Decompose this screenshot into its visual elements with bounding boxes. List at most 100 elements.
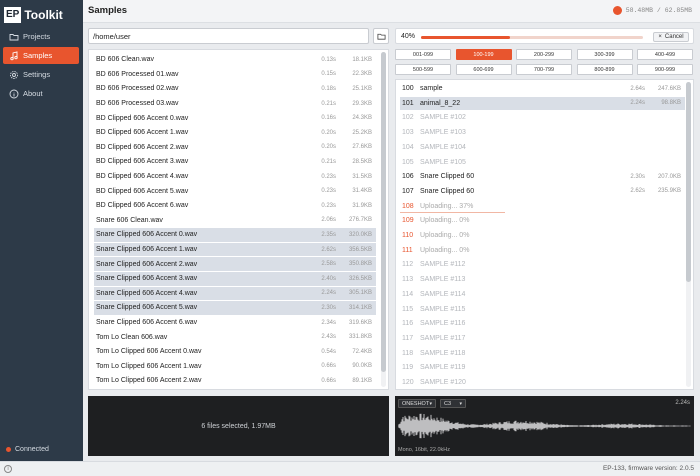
- file-row[interactable]: BD 606 Clean.wav 0.13s 18.1KB: [94, 53, 376, 67]
- file-row[interactable]: Tom Lo Clipped 606 Accent 2.wav 0.66s 89.1…: [94, 374, 376, 388]
- file-duration: 0.16s: [321, 115, 336, 122]
- slot-name: SAMPLE #104: [420, 143, 466, 151]
- range-button-700-799[interactable]: 700-799: [516, 64, 572, 75]
- file-duration: 2.40s: [321, 275, 336, 282]
- file-row[interactable]: Tom Lo Clipped 606 Accent 1.wav 0.66s 90.0…: [94, 360, 376, 374]
- slot-name: Uploading... 37%: [420, 202, 474, 210]
- path-input[interactable]: /home/user: [88, 28, 369, 44]
- file-row[interactable]: Tom Lo Clean 606.wav 2.43s 331.8KB: [94, 330, 376, 344]
- range-button-500-599[interactable]: 500-599: [395, 64, 451, 75]
- file-row[interactable]: Snare Clipped 606 Accent 6.wav 2.34s 319.6…: [94, 316, 376, 330]
- slot-row[interactable]: 103 SAMPLE #103: [400, 126, 685, 139]
- file-row[interactable]: Snare Clipped 606 Accent 3.wav 2.40s 326.5…: [94, 272, 376, 286]
- slot-duration: 2.62s: [630, 188, 645, 195]
- file-row[interactable]: BD Clipped 606 Accent 4.wav 0.23s 31.5KB: [94, 170, 376, 184]
- slot-row[interactable]: 105 SAMPLE #105: [400, 156, 685, 169]
- slot-row[interactable]: 113 SAMPLE #113: [400, 273, 685, 286]
- cancel-button[interactable]: × Cancel: [653, 32, 689, 42]
- file-row[interactable]: BD Clipped 606 Accent 5.wav 0.23s 31.4KB: [94, 184, 376, 198]
- upload-progress: 40% × Cancel: [395, 28, 694, 44]
- range-button-200-299[interactable]: 200-299: [516, 49, 572, 60]
- slot-row[interactable]: 100 sample 2.64s 247.6KB: [400, 82, 685, 95]
- scrollbar-thumb[interactable]: [686, 82, 691, 282]
- slot-row[interactable]: 118 SAMPLE #118: [400, 347, 685, 360]
- scrollbar-thumb[interactable]: [381, 52, 386, 372]
- file-row[interactable]: BD Clipped 606 Accent 1.wav 0.20s 25.2KB: [94, 126, 376, 140]
- file-row[interactable]: BD 606 Processed 01.wav 0.15s 22.3KB: [94, 68, 376, 82]
- range-button-300-399[interactable]: 300-399: [576, 49, 633, 60]
- range-button-100-199[interactable]: 100-199: [455, 49, 512, 60]
- range-button-800-899[interactable]: 800-899: [576, 64, 633, 75]
- file-row[interactable]: Snare Clipped 606 Accent 5.wav 2.30s 314.1…: [94, 301, 376, 315]
- file-size: 72.4KB: [352, 348, 372, 355]
- range-button-400-499[interactable]: 400-499: [637, 49, 693, 60]
- file-name: BD Clipped 606 Accent 4.wav: [96, 173, 189, 181]
- file-size: 305.1KB: [348, 290, 372, 297]
- range-button-900-999[interactable]: 900-999: [637, 64, 693, 75]
- file-row[interactable]: BD 606 Processed 02.wav 0.18s 25.1KB: [94, 82, 376, 96]
- file-duration: 2.24s: [321, 290, 336, 297]
- file-duration: 0.23s: [321, 188, 336, 195]
- slot-row[interactable]: 106 Snare Clipped 60 2.30s 207.0KB: [400, 170, 685, 183]
- file-duration: 2.58s: [321, 261, 336, 268]
- file-row[interactable]: Snare Clipped 606 Accent 2.wav 2.58s 350.8…: [94, 257, 376, 271]
- slot-row[interactable]: 117 SAMPLE #117: [400, 332, 685, 345]
- sidebar-item-settings[interactable]: Settings: [3, 66, 79, 83]
- slot-list-scrollbar[interactable]: [686, 82, 691, 387]
- file-name: BD Clipped 606 Accent 5.wav: [96, 187, 189, 195]
- slot-row[interactable]: 108 Uploading... 37%: [400, 200, 685, 213]
- sidebar-item-samples[interactable]: Samples: [3, 47, 79, 64]
- slot-row[interactable]: 116 SAMPLE #116: [400, 317, 685, 330]
- slot-number: 101: [402, 99, 414, 107]
- file-size: 314.1KB: [348, 304, 372, 311]
- slot-number: 120: [402, 379, 414, 386]
- playmode-select[interactable]: ONESHOT ▾: [398, 399, 436, 408]
- file-name: Snare 606 Clean.wav: [96, 216, 163, 224]
- footer: i EP-133, firmware version: 2.0.5: [0, 461, 700, 476]
- file-row[interactable]: BD Clipped 606 Accent 3.wav 0.21s 28.5KB: [94, 155, 376, 169]
- slot-row[interactable]: 115 SAMPLE #115: [400, 303, 685, 316]
- file-row[interactable]: BD 606 Processed 03.wav 0.21s 29.3KB: [94, 97, 376, 111]
- slot-row[interactable]: 101 animal_8_22 2.24s 98.8KB: [400, 96, 685, 110]
- slot-row[interactable]: 120 SAMPLE #120: [400, 376, 685, 389]
- file-row[interactable]: Snare Clipped 606 Accent 1.wav 2.62s 356.5…: [94, 242, 376, 257]
- file-size: 18.1KB: [352, 56, 372, 63]
- file-list: BD 606 Clean.wav 0.13s 18.1KB BD 606 Proces…: [88, 49, 389, 390]
- file-row[interactable]: BD Clipped 606 Accent 2.wav 0.20s 27.6KB: [94, 141, 376, 155]
- info-icon[interactable]: i: [4, 465, 12, 473]
- file-duration: 2.43s: [321, 334, 336, 341]
- slot-name: sample: [420, 85, 443, 92]
- slot-name: SAMPLE #105: [420, 158, 466, 166]
- file-row[interactable]: BD Clipped 606 Accent 0.wav 0.16s 24.3KB: [94, 111, 376, 125]
- waveform-path: [398, 413, 691, 439]
- file-duration: 0.18s: [321, 85, 336, 92]
- slot-row[interactable]: 102 SAMPLE #102: [400, 111, 685, 124]
- file-row[interactable]: BD Clipped 606 Accent 6.wav 0.23s 31.9KB: [94, 199, 376, 213]
- slot-row[interactable]: 112 SAMPLE #112: [400, 258, 685, 271]
- sidebar-item-about[interactable]: About: [3, 85, 79, 102]
- file-size: 31.4KB: [352, 188, 372, 195]
- slot-row[interactable]: 109 Uploading... 0%: [400, 214, 685, 227]
- slot-row[interactable]: 107 Snare Clipped 60 2.62s 235.9KB: [400, 185, 685, 198]
- file-row[interactable]: Snare 606 Clean.wav 2.06s 276.7KB: [94, 214, 376, 228]
- browse-folder-button[interactable]: [373, 28, 389, 44]
- slot-row[interactable]: 119 SAMPLE #119: [400, 361, 685, 374]
- waveform[interactable]: [398, 410, 691, 442]
- file-duration: 0.13s: [321, 56, 336, 63]
- file-list-scrollbar[interactable]: [381, 52, 386, 387]
- file-row[interactable]: Snare Clipped 606 Accent 4.wav 2.24s 305.1…: [94, 286, 376, 301]
- range-button-600-699[interactable]: 600-699: [455, 64, 512, 75]
- root-note-select[interactable]: C3 ▾: [440, 399, 466, 408]
- slot-row[interactable]: 104 SAMPLE #104: [400, 141, 685, 154]
- range-button-001-099[interactable]: 001-099: [395, 49, 451, 60]
- slot-number: 116: [402, 320, 414, 328]
- slot-row[interactable]: 114 SAMPLE #114: [400, 288, 685, 301]
- file-name: BD 606 Clean.wav: [96, 56, 154, 64]
- slot-number: 107: [402, 187, 414, 195]
- slot-row[interactable]: 110 Uploading... 0%: [400, 229, 685, 242]
- sidebar-item-projects[interactable]: Projects: [3, 28, 79, 45]
- file-row[interactable]: Snare Clipped 606 Accent 0.wav 2.35s 320.0…: [94, 228, 376, 242]
- file-row[interactable]: Tom Lo Clipped 606 Accent 0.wav 0.54s 72.4…: [94, 345, 376, 359]
- slot-row[interactable]: 111 Uploading... 0%: [400, 244, 685, 257]
- file-duration: 0.66s: [321, 363, 336, 370]
